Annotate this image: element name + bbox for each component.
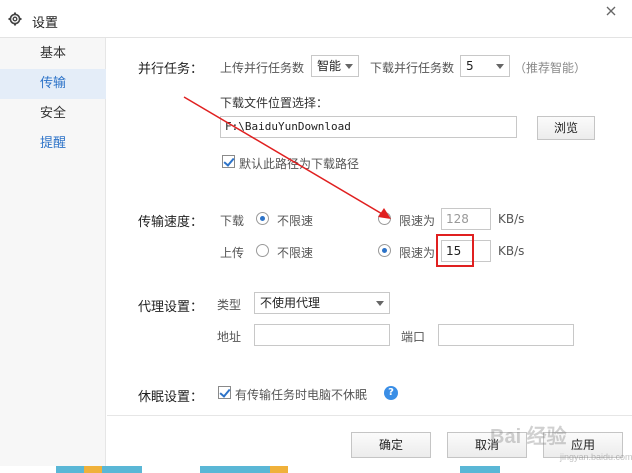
download-location-label: 下载文件位置选择： bbox=[220, 96, 329, 110]
ok-button[interactable]: 确定 bbox=[351, 432, 431, 458]
download-parallel-select[interactable]: 5 bbox=[460, 55, 510, 77]
download-speed-label: 下载 bbox=[220, 214, 245, 228]
chevron-down-icon bbox=[345, 64, 353, 69]
upload-speed-label: 上传 bbox=[220, 246, 245, 260]
download-limited-label: 限速为 bbox=[399, 214, 436, 228]
speed-section-label: 传输速度： bbox=[138, 215, 204, 230]
sidebar-item-transfer[interactable]: 传输 bbox=[0, 69, 106, 99]
close-icon[interactable] bbox=[604, 4, 618, 18]
upload-unlimited-label: 不限速 bbox=[277, 246, 314, 260]
sidebar-item-basic[interactable]: 基本 bbox=[0, 39, 106, 69]
proxy-type-select[interactable]: 不使用代理 bbox=[254, 292, 390, 314]
download-limit-input[interactable]: 128 bbox=[441, 208, 491, 230]
upload-parallel-label: 上传并行任务数 bbox=[220, 61, 305, 75]
download-unlimited-radio[interactable] bbox=[256, 212, 269, 225]
watermark: Bai 经验 bbox=[490, 426, 567, 448]
upload-parallel-value: 智能 bbox=[317, 59, 342, 73]
download-parallel-value: 5 bbox=[466, 59, 474, 73]
proxy-section-label: 代理设置： bbox=[138, 300, 204, 315]
proxy-type-value: 不使用代理 bbox=[260, 296, 321, 310]
title-bar: 设置 bbox=[0, 0, 632, 38]
bottom-strip bbox=[0, 466, 632, 473]
sidebar: 基本 传输 安全 提醒 bbox=[0, 38, 106, 473]
strip-segment bbox=[56, 466, 84, 473]
download-unit-label: KB/s bbox=[498, 212, 525, 226]
strip-segment bbox=[84, 466, 102, 473]
strip-segment bbox=[102, 466, 142, 473]
proxy-port-input[interactable] bbox=[438, 324, 574, 346]
help-icon[interactable]: ? bbox=[384, 386, 398, 400]
chevron-down-icon bbox=[496, 64, 504, 69]
strip-segment bbox=[460, 466, 500, 473]
proxy-port-label: 端口 bbox=[401, 330, 426, 344]
default-path-checkbox[interactable] bbox=[222, 155, 235, 168]
download-limited-radio[interactable] bbox=[378, 212, 391, 225]
proxy-address-label: 地址 bbox=[217, 330, 242, 344]
sleep-section-label: 休眠设置： bbox=[138, 390, 204, 405]
strip-segment bbox=[270, 466, 288, 473]
download-unlimited-label: 不限速 bbox=[277, 214, 314, 228]
default-path-label: 默认此路径为下载路径 bbox=[239, 157, 360, 171]
proxy-address-input[interactable] bbox=[254, 324, 390, 346]
browse-button[interactable]: 浏览 bbox=[537, 116, 595, 140]
annotation-highlight-box bbox=[436, 234, 474, 267]
download-parallel-label: 下载并行任务数 bbox=[370, 61, 455, 75]
sidebar-item-reminder[interactable]: 提醒 bbox=[0, 129, 106, 159]
sleep-checkbox[interactable] bbox=[218, 386, 231, 399]
upload-parallel-select[interactable]: 智能 bbox=[311, 55, 359, 77]
strip-segment bbox=[200, 466, 270, 473]
upload-limited-label: 限速为 bbox=[399, 246, 436, 260]
parallel-section-label: 并行任务： bbox=[138, 62, 204, 77]
parallel-hint: （推荐智能） bbox=[514, 61, 587, 75]
chevron-down-icon bbox=[376, 301, 384, 306]
watermark-url: jingyan.baidu.com bbox=[560, 452, 632, 462]
upload-unlimited-radio[interactable] bbox=[256, 244, 269, 257]
settings-panel: 并行任务： 上传并行任务数 智能 下载并行任务数 5 （推荐智能） 下载文件位置… bbox=[107, 38, 632, 473]
download-path-input[interactable]: F:\BaiduYunDownload bbox=[220, 116, 517, 138]
sleep-checkbox-label: 有传输任务时电脑不休眠 bbox=[235, 388, 368, 402]
upload-limited-radio[interactable] bbox=[378, 244, 391, 257]
gear-icon bbox=[8, 12, 22, 26]
window-title: 设置 bbox=[32, 16, 59, 31]
upload-unit-label: KB/s bbox=[498, 244, 525, 258]
proxy-type-label: 类型 bbox=[217, 298, 242, 312]
sidebar-item-security[interactable]: 安全 bbox=[0, 99, 106, 129]
